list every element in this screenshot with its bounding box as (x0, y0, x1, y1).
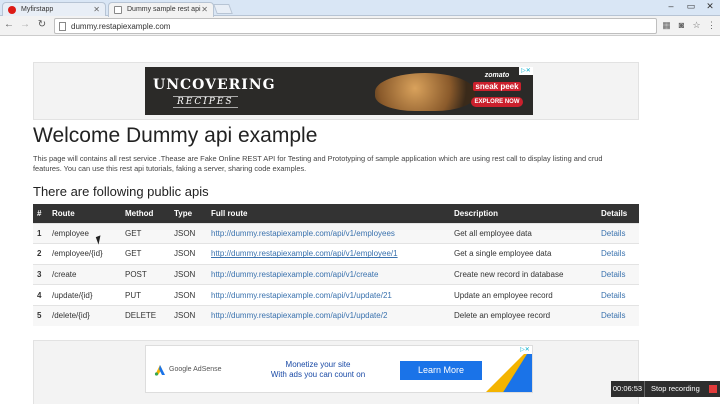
close-window-icon[interactable]: ✕ (702, 1, 718, 12)
ad-campaign: sneak peek (471, 82, 523, 93)
bottom-ad-banner[interactable]: Google AdSense Monetize your site With a… (145, 345, 533, 393)
api-table: # Route Method Type Full route Descripti… (33, 204, 639, 326)
table-row: 1 /employee GET JSON http://dummy.restap… (33, 222, 639, 244)
ad-headline: UNCOVERING (153, 77, 276, 93)
recording-time: 00:06:53 (611, 381, 645, 397)
row-route: /employee/{id} (48, 243, 121, 265)
tab-strip: Myfirstapp ✕ Dummy sample rest api ✕ – ▭… (0, 0, 720, 17)
intro-text: This page will contains all rest service… (33, 154, 603, 173)
details-link[interactable]: Details (601, 291, 625, 300)
table-row: 3 /create POST JSON http://dummy.restapi… (33, 263, 639, 285)
full-route-link[interactable]: http://dummy.restapiexample.com/api/v1/u… (211, 311, 387, 320)
adchoices-icon[interactable]: ▷✕ (519, 67, 533, 75)
address-bar[interactable]: dummy.restapiexample.com (54, 18, 657, 34)
row-route: /create (48, 263, 121, 285)
row-type: JSON (170, 263, 207, 285)
explore-now-button[interactable]: EXPLORE NOW (471, 97, 523, 107)
adsense-logo-icon (154, 365, 165, 376)
row-description: Get a single employee data (450, 243, 597, 265)
close-tab-icon[interactable]: ✕ (93, 5, 100, 14)
angular-favicon-icon (8, 6, 16, 14)
row-description: Delete an employee record (450, 304, 597, 326)
details-link[interactable]: Details (601, 229, 625, 238)
row-type: JSON (170, 243, 207, 265)
tab-title: Dummy sample rest api (127, 6, 201, 13)
row-method: DELETE (121, 304, 170, 326)
full-route-link[interactable]: http://dummy.restapiexample.com/api/v1/c… (211, 270, 378, 279)
reload-icon[interactable]: ↻ (36, 19, 48, 30)
stop-icon[interactable] (709, 385, 717, 393)
address-text: dummy.restapiexample.com (71, 22, 171, 31)
tab-myfirstapp[interactable]: Myfirstapp ✕ (2, 2, 106, 17)
camera-icon[interactable]: ◙ (676, 20, 687, 31)
ad-message: Monetize your site With ads you can coun… (258, 360, 378, 380)
row-type: JSON (170, 304, 207, 326)
section-title: There are following public apis (33, 184, 209, 199)
browser-toolbar: ← → ↻ dummy.restapiexample.com ▦ ◙ ☆ ⋮ (0, 16, 720, 36)
ad-line-1: Monetize your site (285, 360, 351, 369)
row-description: Create new record in database (450, 263, 597, 285)
row-description: Get all employee data (450, 222, 597, 244)
row-route: /update/{id} (48, 284, 121, 306)
col-method: Method (121, 204, 170, 223)
row-number: 4 (33, 284, 48, 306)
learn-more-button[interactable]: Learn More (400, 361, 482, 380)
page-favicon-icon (114, 6, 122, 14)
details-link[interactable]: Details (601, 270, 625, 279)
row-method: POST (121, 263, 170, 285)
full-route-link[interactable]: http://dummy.restapiexample.com/api/v1/e… (211, 249, 398, 258)
row-type: JSON (170, 284, 207, 306)
new-tab-button[interactable] (213, 4, 233, 14)
row-method: PUT (121, 284, 170, 306)
close-tab-icon[interactable]: ✕ (201, 5, 208, 14)
row-route: /delete/{id} (48, 304, 121, 326)
row-route: /employee (48, 222, 121, 244)
table-row: 4 /update/{id} PUT JSON http://dummy.res… (33, 284, 639, 306)
page-info-icon[interactable] (59, 22, 66, 31)
row-number: 1 (33, 222, 48, 244)
ad-campaign-text: sneak peek (473, 82, 521, 91)
col-type: Type (170, 204, 207, 223)
col-details: Details (597, 204, 639, 223)
table-row: 5 /delete/{id} DELETE JSON http://dummy.… (33, 304, 639, 326)
stop-recording-label[interactable]: Stop recording (651, 381, 700, 397)
row-method: GET (121, 243, 170, 265)
page-title: Welcome Dummy api example (33, 124, 318, 147)
table-row: 2 /employee/{id} GET JSON http://dummy.r… (33, 243, 639, 265)
full-route-link[interactable]: http://dummy.restapiexample.com/api/v1/u… (211, 291, 392, 300)
ad-line-2: With ads you can count on (270, 370, 366, 379)
screen-recorder-bar: 00:06:53 Stop recording (611, 381, 720, 397)
star-icon[interactable]: ☆ (691, 20, 702, 31)
row-number: 2 (33, 243, 48, 265)
col-route: Route (48, 204, 121, 223)
extension-icon[interactable]: ▦ (661, 20, 672, 31)
row-description: Update an employee record (450, 284, 597, 306)
details-link[interactable]: Details (601, 311, 625, 320)
minimize-icon[interactable]: – (663, 1, 679, 11)
top-ad-banner[interactable]: UNCOVERING RECIPES zomato sneak peek EXP… (145, 67, 533, 115)
ad-subline: RECIPES (173, 96, 238, 108)
tab-title: Myfirstapp (21, 6, 54, 13)
full-route-link[interactable]: http://dummy.restapiexample.com/api/v1/e… (211, 229, 395, 238)
row-number: 5 (33, 304, 48, 326)
table-header-row: # Route Method Type Full route Descripti… (33, 204, 639, 223)
forward-arrow-icon[interactable]: → (19, 19, 31, 30)
col-full-route: Full route (207, 204, 450, 223)
row-type: JSON (170, 222, 207, 244)
row-method: GET (121, 222, 170, 244)
tab-dummy-api[interactable]: Dummy sample rest api ✕ (108, 2, 214, 17)
back-arrow-icon[interactable]: ← (3, 19, 15, 30)
ad-brand: zomato (484, 72, 510, 79)
adchoices-icon[interactable]: ▷✕ (518, 346, 532, 354)
menu-icon[interactable]: ⋮ (706, 20, 717, 31)
ad-brand: Google AdSense (169, 366, 222, 373)
col-number: # (33, 204, 48, 223)
details-link[interactable]: Details (601, 249, 625, 258)
food-image (375, 73, 475, 111)
col-description: Description (450, 204, 597, 223)
row-number: 3 (33, 263, 48, 285)
maximize-icon[interactable]: ▭ (683, 1, 699, 12)
